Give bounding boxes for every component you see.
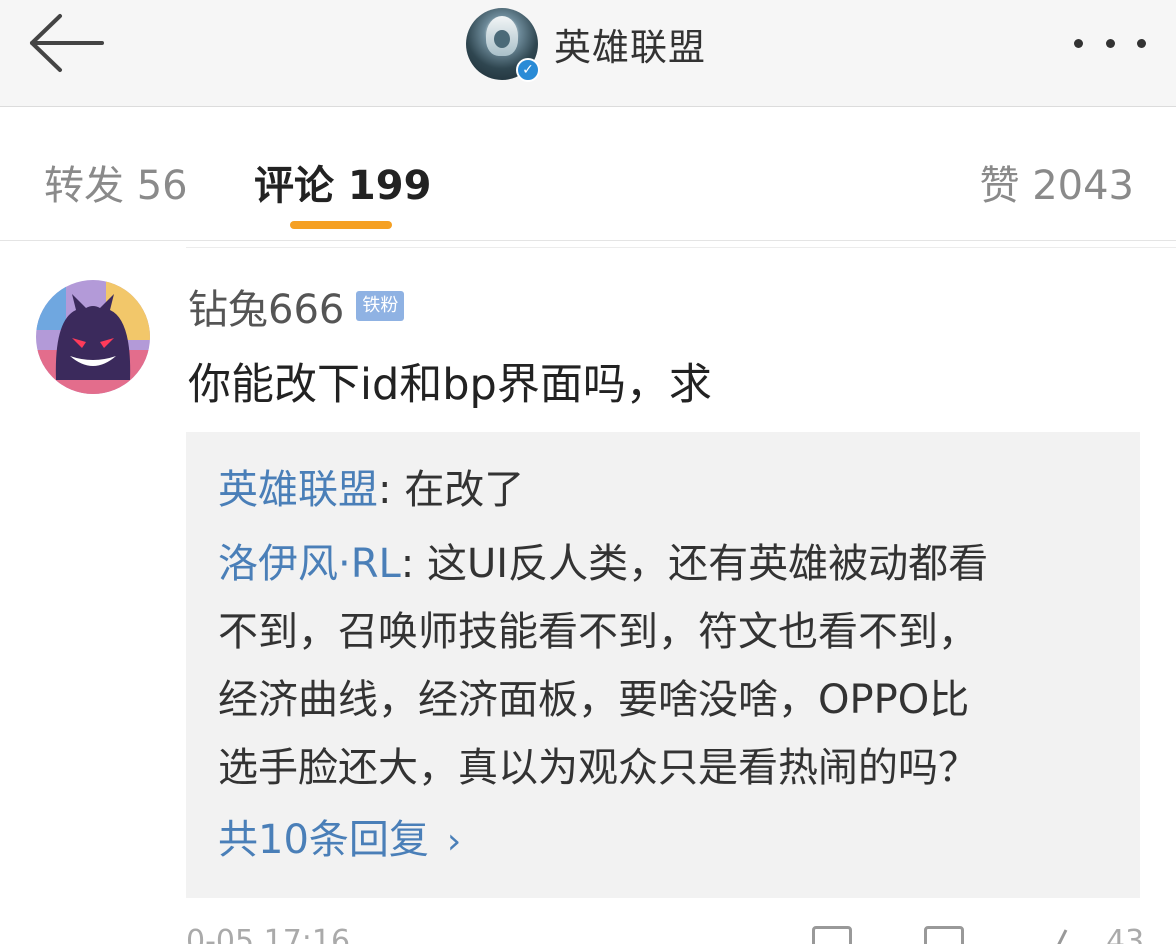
tab-repost[interactable]: 转发 56	[44, 153, 188, 211]
gengar-avatar-image	[36, 280, 150, 394]
more-dots-icon	[1074, 38, 1083, 48]
view-all-replies-link[interactable]: 共10条回复 ›	[218, 806, 461, 876]
reply-item: 英雄联盟: 在改了	[218, 456, 524, 524]
reply-text: 这UI反人类，还有英雄被动都看	[427, 541, 989, 587]
comment-text: 你能改下id和bp界面吗，求	[188, 360, 712, 410]
active-tab-indicator	[290, 221, 392, 229]
comment-timestamp: 0-05 17:16	[186, 924, 351, 944]
account-title[interactable]: 英雄联盟	[554, 17, 706, 71]
arrow-left-icon	[30, 14, 104, 72]
reply-preview-box[interactable]: 英雄联盟: 在改了 洛伊风·RL: 这UI反人类，还有英雄被动都看 不到，召唤师…	[186, 432, 1140, 898]
reply-username[interactable]: 洛伊风·RL	[218, 541, 401, 587]
more-replies-label: 共10条回复	[218, 817, 429, 863]
share-icon[interactable]	[812, 926, 852, 944]
more-dots-icon	[1137, 38, 1146, 48]
like-icon[interactable]	[1046, 926, 1070, 944]
tab-comment[interactable]: 评论 199	[254, 153, 431, 211]
divider	[186, 247, 1176, 248]
avatar-face	[494, 30, 510, 48]
weibo-comment-page: ✓ 英雄联盟 转发 56 评论 199 赞 2043 钻兔666 铁粉 你能改下…	[0, 0, 1176, 944]
back-button[interactable]	[26, 12, 106, 74]
reply-text-continued: 不到，召唤师技能看不到，符文也看不到，	[218, 609, 978, 655]
commenter-row: 钻兔666 铁粉	[188, 277, 405, 335]
tab-like[interactable]: 赞 2043	[979, 153, 1134, 211]
reply-item: 洛伊风·RL: 这UI反人类，还有英雄被动都看	[218, 530, 988, 598]
commenter-name[interactable]: 钻兔666	[188, 277, 344, 335]
chevron-right-icon: ›	[446, 821, 462, 862]
reply-text-continued: 经济曲线，经济面板，要啥没啥，OPPO比	[218, 677, 970, 723]
more-dots-icon	[1105, 38, 1115, 48]
account-header[interactable]: ✓ 英雄联盟	[466, 8, 706, 82]
reply-username[interactable]: 英雄联盟	[218, 467, 378, 513]
fan-badge: 铁粉	[356, 291, 405, 321]
reply-text-continued: 选手脸还大，真以为观众只是看热闹的吗？	[218, 745, 978, 791]
reply-separator: :	[400, 541, 427, 587]
reply-text: 在改了	[404, 467, 525, 513]
top-bar: ✓ 英雄联盟	[0, 0, 1176, 107]
reply-icon[interactable]	[924, 926, 964, 944]
commenter-avatar[interactable]	[36, 280, 150, 394]
verified-check-icon: ✓	[516, 58, 540, 82]
reply-separator: :	[378, 467, 405, 513]
like-count: 43	[1106, 924, 1145, 944]
account-avatar[interactable]: ✓	[466, 8, 540, 82]
interaction-tabs: 转发 56 评论 199 赞 2043	[0, 107, 1176, 241]
more-options-button[interactable]	[1074, 26, 1146, 60]
